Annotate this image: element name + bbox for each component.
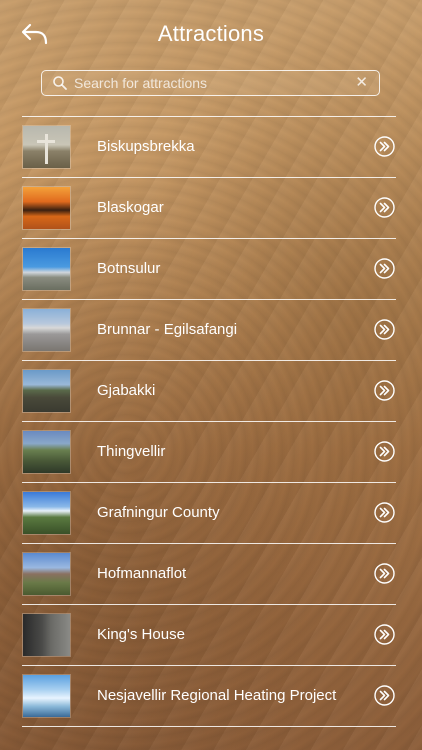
list-item-label: Thingvellir (97, 443, 166, 460)
list-item-label: Nesjavellir Regional Heating Project (97, 687, 337, 704)
double-chevron-right-circle-icon[interactable] (374, 685, 395, 706)
list-item-label: Biskupsbrekka (97, 138, 195, 155)
list-item[interactable]: Gjabakki (22, 361, 396, 422)
list-item-label: King's House (97, 626, 185, 643)
header: Attractions (0, 0, 422, 62)
list-item[interactable]: Blaskogar (22, 178, 396, 239)
list-item[interactable]: King's House (22, 605, 396, 666)
search-input[interactable] (74, 73, 344, 93)
double-chevron-right-circle-icon[interactable] (374, 441, 395, 462)
list-item-label: Hofmannaflot (97, 565, 187, 582)
list-item-label: Gjabakki (97, 382, 156, 399)
thumbnail-1 (23, 126, 70, 168)
double-chevron-right-circle-icon[interactable] (374, 624, 395, 645)
double-chevron-right-circle-icon[interactable] (374, 197, 395, 218)
list-item[interactable]: Nesjavellir Regional Heating Project (22, 666, 396, 727)
list-item[interactable]: Grafningur County (22, 483, 396, 544)
double-chevron-right-circle-icon[interactable] (374, 380, 395, 401)
thumbnail-3 (23, 248, 70, 290)
list-item[interactable]: Thingvellir (22, 422, 396, 483)
thumbnail-7 (23, 492, 70, 534)
thumbnail-9 (23, 614, 70, 656)
list-item-label: Brunnar - Egilsafangi (97, 321, 238, 338)
attractions-list: Biskupsbrekka Blaskogar Botnsulur Brunna… (22, 116, 396, 727)
thumbnail-8 (23, 553, 70, 595)
list-item-label: Botnsulur (97, 260, 161, 277)
list-item[interactable]: Biskupsbrekka (22, 117, 396, 178)
list-item-label: Grafningur County (97, 504, 220, 521)
double-chevron-right-circle-icon[interactable] (374, 136, 395, 157)
list-item-label: Blaskogar (97, 199, 164, 216)
thumbnail-4 (23, 309, 70, 351)
page-title: Attractions (157, 21, 265, 46)
close-icon[interactable]: ✕ (355, 74, 368, 92)
double-chevron-right-circle-icon[interactable] (374, 563, 395, 584)
double-chevron-right-circle-icon[interactable] (374, 319, 395, 340)
search-bar: ✕ (41, 70, 380, 96)
list-item[interactable]: Hofmannaflot (22, 544, 396, 605)
list-item[interactable]: Brunnar - Egilsafangi (22, 300, 396, 361)
thumbnail-5 (23, 370, 70, 412)
thumbnail-2 (23, 187, 70, 229)
list-item[interactable]: Botnsulur (22, 239, 396, 300)
search-icon (53, 76, 67, 90)
thumbnail-6 (23, 431, 70, 473)
double-chevron-right-circle-icon[interactable] (374, 502, 395, 523)
thumbnail-10 (23, 675, 70, 717)
double-chevron-right-circle-icon[interactable] (374, 258, 395, 279)
